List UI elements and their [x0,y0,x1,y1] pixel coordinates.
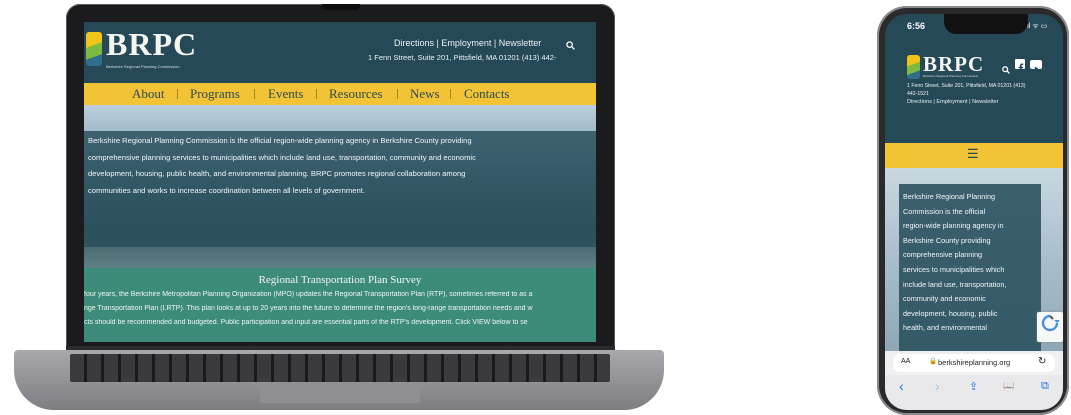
address-line: 1 Fenn Street, Suite 201, Pittsfield, MA… [907,83,1026,89]
share-icon[interactable]: ⇪ [969,380,978,393]
laptop-screen: BRPC Berkshire Regional Planning Commiss… [84,22,596,342]
hero-line: comprehensive planning [903,250,983,260]
hero-line: services to municipalities which [903,264,1005,274]
reload-icon[interactable]: ↻ [1038,356,1046,367]
hero-line: health, and environmental [903,323,987,333]
url-text[interactable]: berkshireplanning.org [938,358,1010,367]
status-time: 6:56 [907,21,926,31]
survey-line: four years, the Berkshire Metropolitan P… [84,291,533,298]
search-icon[interactable] [566,37,575,50]
youtube-icon[interactable] [1030,60,1042,71]
site-header: BRPC Berkshire Regional Planning Commiss… [84,22,596,82]
survey-title: Regional Transportation Plan Survey [258,274,422,286]
phone-notch [944,14,1028,34]
site-logo[interactable]: BRPC [106,26,197,63]
hero-line: development, housing, public health, and… [88,169,466,178]
top-links[interactable]: Directions | Employment | Newsletter [394,38,541,48]
nav-divider [177,89,178,99]
hero-line: Berkshire County providing [903,235,991,245]
recaptcha-badge[interactable] [1037,312,1063,342]
logo-subtitle: Berkshire Regional Planning Commission [923,74,979,78]
browser-toolbar: ‹ › ⇪ 📖 ⧉ [885,375,1063,410]
tabs-icon[interactable]: ⧉ [1041,380,1049,393]
nav-about[interactable]: About [132,86,165,102]
hero-line: communities and works to increase coordi… [88,185,365,195]
bookmarks-icon[interactable]: 📖 [1003,380,1014,391]
nav-contacts[interactable]: Contacts [464,86,510,102]
forward-icon[interactable]: › [935,378,940,394]
nav-programs[interactable]: Programs [190,86,240,102]
brpc-logo-icon [86,32,102,66]
facebook-icon[interactable] [1015,59,1025,72]
survey-band: Regional Transportation Plan Survey four… [84,268,596,342]
reader-aa-button[interactable]: AA [901,358,910,365]
hero-text: Berkshire Regional Planning Commission i… [903,190,1037,336]
address-line: 442-1521 [907,91,929,97]
nav-resources[interactable]: Resources [329,86,382,102]
hero-line: development, housing, public [903,308,998,318]
top-links[interactable]: Directions | Employment | Newsletter [907,99,999,105]
search-icon[interactable] [1002,61,1010,74]
menu-bar: ☰ [885,143,1063,168]
nav-divider [254,89,255,99]
main-nav: About Programs Events Resources News Con… [84,83,596,105]
lock-icon: 🔒 [929,358,938,365]
hero-line: region-wide planning agency in [903,221,1004,231]
laptop-trackpad [260,385,420,403]
nav-divider [397,89,398,99]
hero-line: include land use, transportation, [903,279,1007,289]
nav-news[interactable]: News [410,86,440,102]
hero-image: Berkshire Regional Planning Commission i… [84,105,596,268]
hero-line: comprehensive planning services to munic… [88,152,476,162]
phone-screen: 6:56 .ıl ᯤ ▭ BRPC Berkshire Regional Pla… [885,14,1063,410]
hero-text: Berkshire Regional Planning Commission i… [88,133,558,199]
back-icon[interactable]: ‹ [899,378,904,394]
hamburger-menu-icon[interactable]: ☰ [967,146,979,162]
address-line: 1 Fenn Street, Suite 201, Pittsfield, MA… [368,53,557,62]
status-icons: .ıl ᯤ ▭ [1025,23,1048,30]
url-field[interactable]: AA 🔒 berkshireplanning.org ↻ [893,354,1055,372]
nav-events[interactable]: Events [268,86,303,102]
logo-subtitle: Berkshire Regional Planning Commission [106,64,180,69]
hero-line: Commission is the official [903,206,986,216]
laptop-camera-notch [322,4,360,10]
nav-divider [450,89,451,99]
hero-line: Berkshire Regional Planning Commission i… [88,136,472,145]
survey-line: nge Transportation Plan (LRTP). This pla… [84,305,533,312]
hero-line: community and economic [903,294,986,304]
brpc-logo-icon [907,55,920,79]
nav-divider [316,89,317,99]
survey-line: cts should be recommended and budgeted. … [84,319,528,326]
hero-line: Berkshire Regional Planning [903,192,996,201]
laptop-keyboard [70,354,610,382]
